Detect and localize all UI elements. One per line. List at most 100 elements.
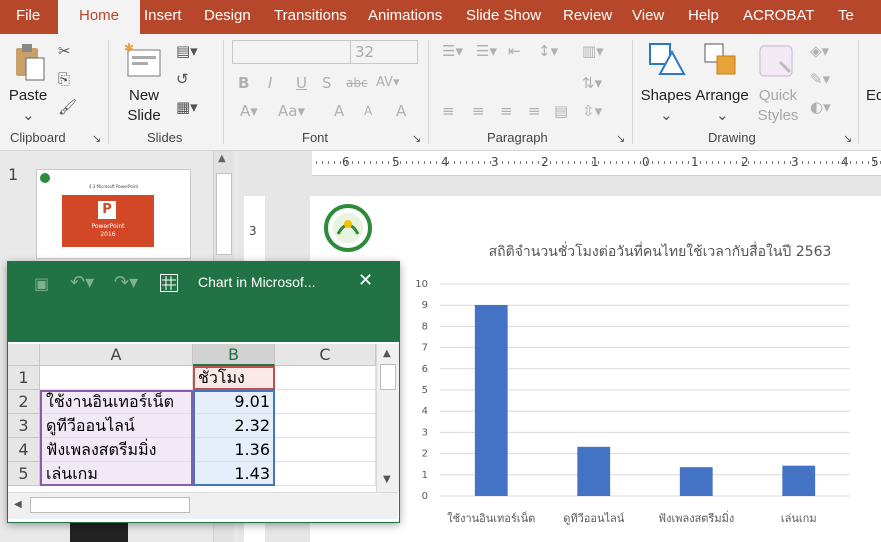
slide-thumbnail[interactable]: 4.3 Microsoft PowerPoint P PowerPoint 20… — [36, 169, 191, 259]
cell-a[interactable] — [40, 366, 193, 390]
tab-home[interactable]: Home — [58, 0, 140, 34]
text-direction-icon[interactable]: ⇅▾ — [582, 74, 602, 92]
clear-format-icon[interactable]: A — [396, 102, 406, 120]
columns-icon[interactable]: ▥▾ — [582, 42, 604, 60]
cell-c[interactable] — [275, 438, 376, 462]
paste-dropdown-icon[interactable]: ⌄ — [22, 106, 35, 124]
ruler-tick — [478, 161, 479, 164]
scroll-down-icon[interactable]: ▼ — [383, 474, 391, 485]
tab-transitions[interactable]: Transitions — [274, 0, 347, 34]
chart-data-window[interactable]: ▣ ↶▾ ↷▾ Chart in Microsof... ✕ A B C 1 ชั่วโ… — [7, 261, 400, 523]
cut-icon[interactable]: ✂ — [58, 42, 71, 60]
tab-design[interactable]: Design — [204, 0, 251, 34]
paste-button[interactable]: Paste — [8, 86, 48, 106]
shape-effects-icon[interactable]: ◐▾ — [810, 98, 831, 116]
shape-fill-icon[interactable]: ◈▾ — [810, 42, 829, 60]
shapes-icon[interactable] — [648, 42, 686, 80]
save-icon[interactable]: ▣ — [34, 274, 49, 293]
format-painter-icon[interactable]: 🖌 — [58, 98, 77, 116]
char-spacing-icon[interactable]: AV▾ — [376, 74, 399, 92]
ruler-tick — [352, 161, 353, 164]
ruler-tick — [340, 161, 341, 164]
redo-icon[interactable]: ↷▾ — [114, 272, 138, 293]
close-icon[interactable]: ✕ — [358, 270, 373, 291]
scroll-thumb[interactable] — [380, 364, 396, 390]
undo-icon[interactable]: ↶▾ — [70, 272, 94, 293]
strikethrough-icon[interactable]: abc — [346, 74, 368, 92]
paragraph-launcher-icon[interactable]: ↘ — [616, 130, 625, 148]
decrease-indent-icon[interactable]: ⇤ — [508, 42, 521, 60]
cell-c[interactable] — [275, 390, 376, 414]
edit-in-excel-icon[interactable] — [160, 274, 178, 292]
tab-insert[interactable]: Insert — [144, 0, 182, 34]
new-slide-icon[interactable]: ✱ — [124, 41, 164, 82]
font-launcher-icon[interactable]: ↘ — [412, 130, 421, 148]
bar — [577, 446, 611, 496]
tab-slide-show[interactable]: Slide Show — [466, 0, 541, 34]
cell-c[interactable] — [275, 414, 376, 438]
tab-view[interactable]: View — [632, 0, 664, 34]
reset-icon[interactable]: ↺ — [176, 70, 189, 88]
ruler-tick — [616, 161, 617, 164]
line-spacing-icon[interactable]: ↕▾ — [538, 42, 558, 60]
scroll-left-icon[interactable]: ◀ — [14, 499, 22, 510]
distributed-icon[interactable]: ▤ — [554, 102, 568, 120]
drawing-launcher-icon[interactable]: ↘ — [843, 130, 852, 148]
tab-animations[interactable]: Animations — [368, 0, 442, 34]
bold-icon[interactable]: B — [238, 74, 249, 92]
ruler-tick — [448, 161, 449, 164]
new-slide-button[interactable]: New Slide — [118, 86, 170, 126]
spreadsheet-grid[interactable]: A B C 1 ชั่วโมง 2 ใช้งานอินเทอร์เน็ต 9.01 3 ดูทีว… — [8, 344, 376, 492]
layout-icon[interactable]: ▤▾ — [176, 42, 198, 60]
arrange-button[interactable]: Arrange — [694, 86, 750, 106]
shape-outline-icon[interactable]: ✎▾ — [810, 70, 830, 88]
highlight-icon[interactable]: Aa▾ — [278, 102, 305, 120]
tab-acrobat[interactable]: ACROBAT — [743, 0, 814, 34]
align-center-icon[interactable]: ≡ — [472, 102, 485, 120]
scroll-up-icon[interactable]: ▲ — [383, 348, 391, 359]
section-icon[interactable]: ▦▾ — [176, 98, 198, 116]
grow-font-icon[interactable]: A — [334, 102, 344, 120]
paste-icon[interactable] — [12, 42, 46, 82]
italic-icon[interactable]: I — [268, 74, 272, 92]
tab-te[interactable]: Te — [838, 0, 854, 34]
justify-icon[interactable]: ≡ — [528, 102, 541, 120]
ruler-tick — [712, 161, 713, 164]
font-color-icon[interactable]: A▾ — [240, 102, 258, 120]
align-left-icon[interactable]: ≡ — [442, 102, 455, 120]
ruler-tick — [652, 161, 653, 164]
font-size-combo[interactable]: 32 — [350, 40, 418, 64]
tab-review[interactable]: Review — [563, 0, 612, 34]
ruler-tick — [790, 161, 791, 164]
slide-thumbnail-2-partial[interactable] — [70, 523, 128, 542]
tab-file[interactable]: File — [16, 0, 40, 34]
horizontal-scroll-thumb[interactable] — [30, 497, 190, 513]
cell-c[interactable] — [275, 462, 376, 486]
shapes-dropdown-icon[interactable]: ⌄ — [660, 106, 673, 124]
editing-button[interactable]: Ed — [866, 86, 881, 106]
quick-styles-button[interactable]: Quick Styles — [750, 86, 806, 126]
shadow-icon[interactable]: S — [322, 74, 332, 92]
sheet-horizontal-scrollbar[interactable]: ◀ — [8, 492, 398, 519]
align-right-icon[interactable]: ≡ — [500, 102, 513, 120]
ruler-tick — [460, 161, 461, 164]
arrange-dropdown-icon[interactable]: ⌄ — [716, 106, 729, 124]
sheet-vertical-scrollbar[interactable]: ▲ ▼ — [376, 344, 399, 492]
align-text-icon[interactable]: ⇳▾ — [582, 102, 602, 120]
y-tick-label: 2 — [422, 449, 428, 460]
underline-icon[interactable]: U — [296, 74, 307, 92]
arrange-icon[interactable] — [703, 42, 741, 80]
scroll-thumb[interactable] — [216, 173, 232, 255]
font-name-combo[interactable] — [232, 40, 352, 64]
bullets-icon[interactable]: ☰▾ — [442, 42, 463, 60]
cell-c[interactable] — [275, 366, 376, 390]
copy-icon[interactable]: ⎘ — [58, 70, 70, 88]
shapes-button[interactable]: Shapes — [640, 86, 692, 106]
quick-styles-icon[interactable] — [758, 42, 798, 82]
ruler-tick — [856, 161, 857, 164]
tab-help[interactable]: Help — [688, 0, 719, 34]
clipboard-launcher-icon[interactable]: ↘ — [92, 130, 101, 148]
scroll-up-icon[interactable]: ▲ — [218, 153, 226, 164]
shrink-font-icon[interactable]: A — [364, 102, 372, 120]
numbering-icon[interactable]: ☰▾ — [476, 42, 497, 60]
